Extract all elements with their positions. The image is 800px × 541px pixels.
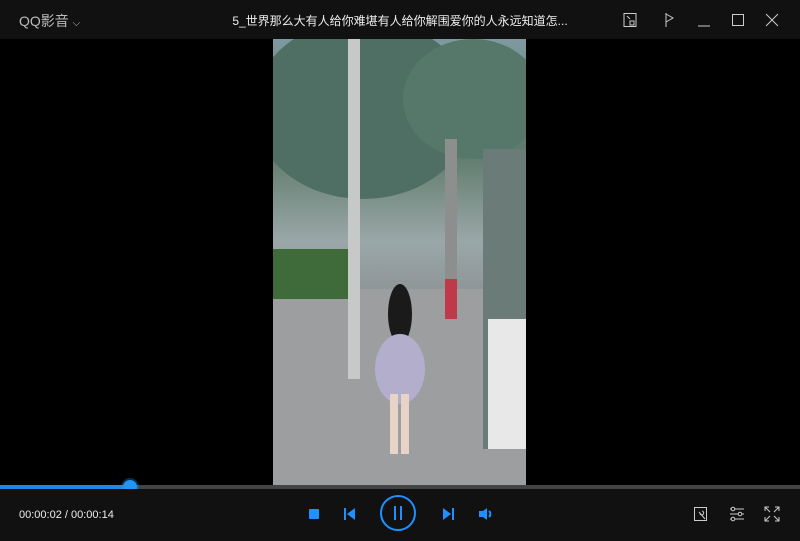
video-title: 5_世界那么大有人给你难堪有人给你解围爱你的人永远知道怎... [232,14,568,28]
minimize-button[interactable] [693,9,715,31]
mini-mode-button[interactable] [619,9,641,31]
pin-icon [665,13,675,27]
time-display: 00:00:02 / 00:00:14 [19,509,114,521]
minimize-icon [698,25,710,27]
mini-mode-icon [623,13,637,27]
previous-icon [344,508,355,520]
fullscreen-button[interactable] [762,504,782,524]
toolbox-icon [694,507,707,521]
maximize-icon [732,14,744,26]
sliders-icon [730,506,744,522]
close-icon [765,13,779,27]
maximize-button[interactable] [727,9,749,31]
volume-icon [479,508,492,520]
previous-button[interactable] [340,505,360,523]
pause-button[interactable] [380,495,416,531]
close-button[interactable] [761,9,783,31]
stop-button[interactable] [305,505,323,523]
next-icon [443,508,454,520]
control-bar: 00:00:02 / 00:00:14 [0,489,800,541]
volume-button[interactable] [476,505,496,523]
stop-icon [309,509,319,519]
video-frame[interactable] [273,39,526,488]
title-bar: QQ影音 ⌵ 5_世界那么大有人给你难堪有人给你解围爱你的人永远知道怎... [0,0,800,39]
pause-icon [394,506,402,520]
next-button[interactable] [438,505,458,523]
fullscreen-icon [764,506,780,522]
video-scene [273,39,526,488]
pin-button[interactable] [658,9,680,31]
settings-button[interactable] [727,504,747,524]
toolbox-button[interactable] [691,504,711,524]
